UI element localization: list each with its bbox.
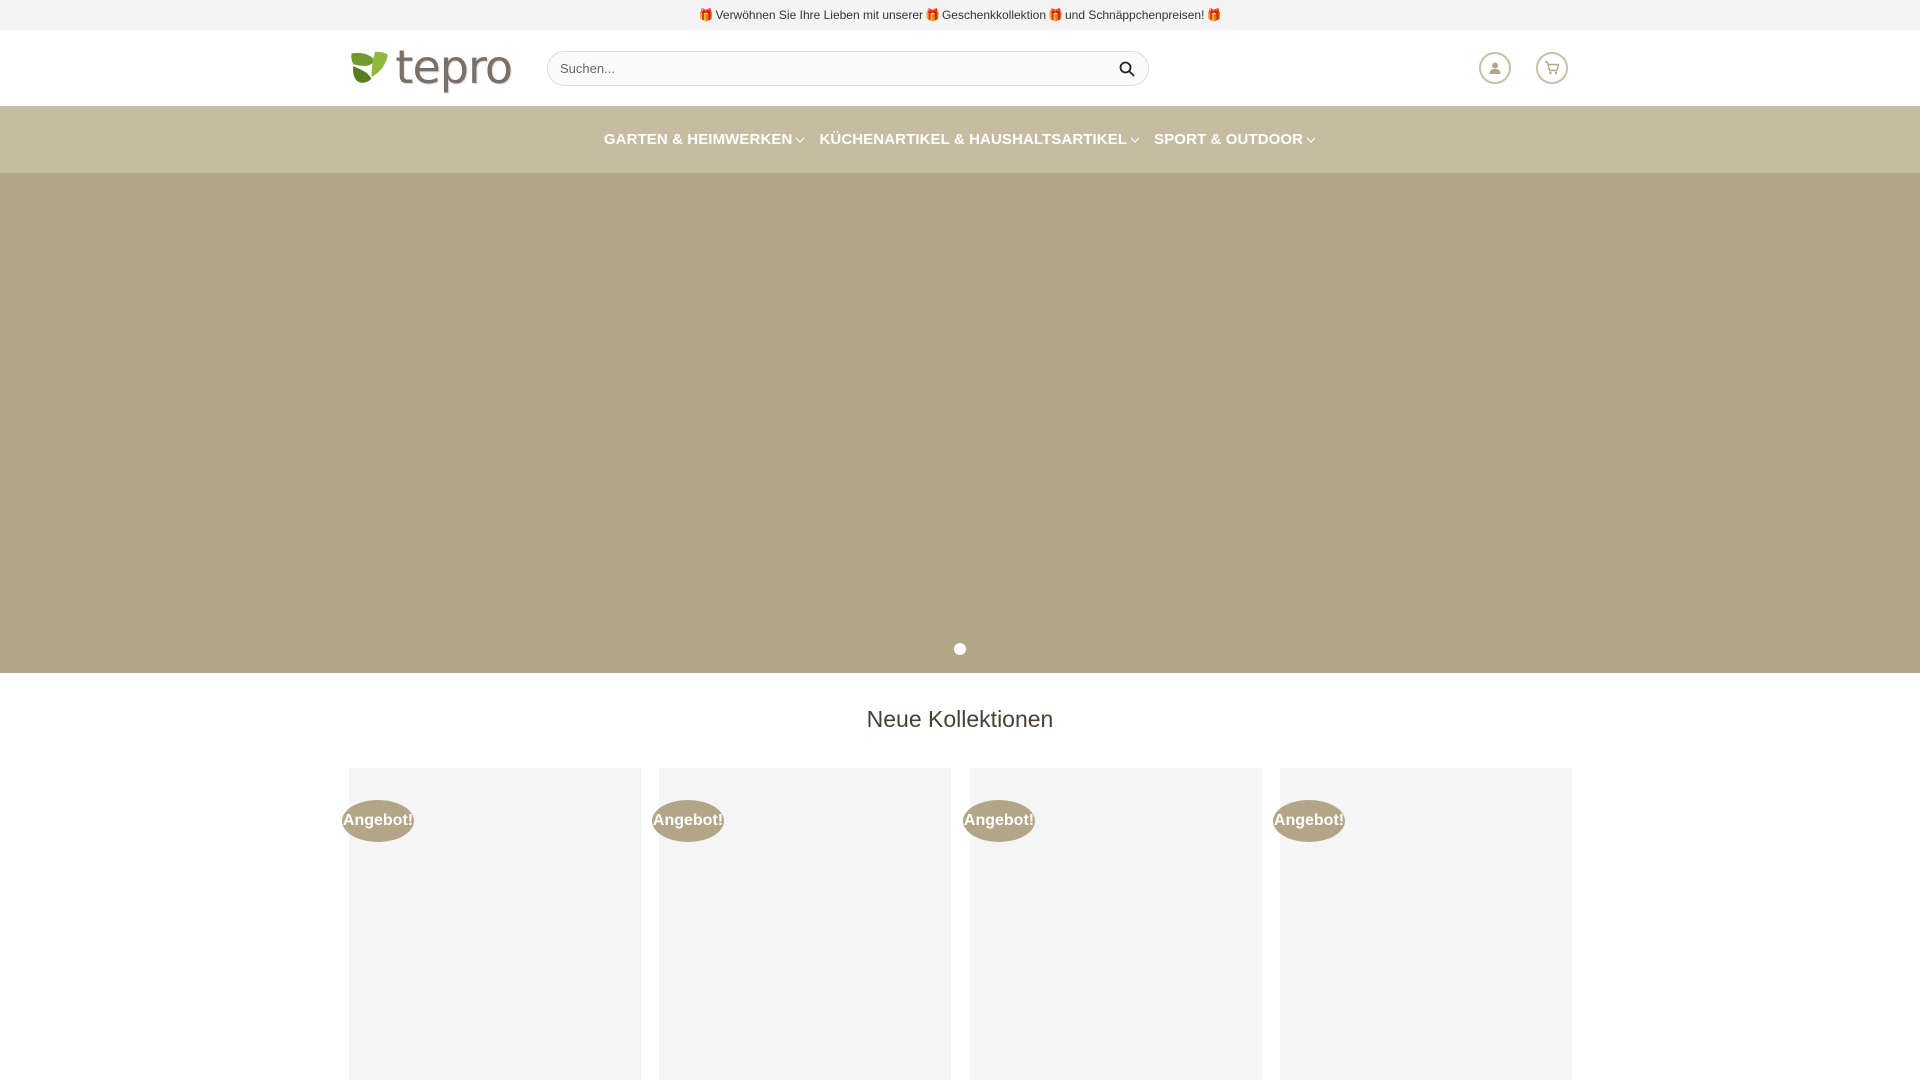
search-bar	[547, 51, 1149, 86]
slider-dot-active[interactable]	[954, 643, 966, 655]
chevron-down-icon	[1130, 136, 1140, 144]
main-navigation: GARTEN & HEIMWERKEN KÜCHENARTIKEL & HAUS…	[0, 106, 1920, 173]
product-card[interactable]: Angebot!	[1273, 768, 1572, 1080]
product-card[interactable]: Angebot!	[963, 768, 1262, 1080]
nav-item-sport-outdoor[interactable]: SPORT & OUTDOOR	[1154, 131, 1316, 148]
search-icon[interactable]	[1118, 60, 1136, 78]
logo-wordmark: tepro	[395, 40, 513, 94]
nav-item-label: SPORT & OUTDOOR	[1154, 131, 1304, 148]
user-icon	[1489, 62, 1501, 74]
product-card[interactable]: Angebot!	[652, 768, 951, 1080]
site-logo[interactable]: tepro	[348, 40, 513, 94]
announcement-link-gift-collection[interactable]: Geschenkkollektion	[942, 8, 1046, 22]
search-input[interactable]	[560, 61, 1118, 76]
cart-button[interactable]	[1536, 52, 1568, 84]
sale-badge: Angebot!	[963, 800, 1035, 842]
gift-icon: 🎁	[1048, 8, 1063, 22]
sale-badge: Angebot!	[1273, 800, 1345, 842]
nav-item-garten-heimwerken[interactable]: GARTEN & HEIMWERKEN	[604, 131, 806, 148]
nav-item-kuechenartikel[interactable]: KÜCHENARTIKEL & HAUSHALTSARTIKEL	[819, 131, 1140, 148]
sale-badge: Angebot!	[342, 800, 414, 842]
announcement-text-2: und Schnäppchenpreisen!	[1064, 8, 1205, 22]
cart-icon	[1545, 61, 1560, 75]
section-title: Neue Kollektionen	[866, 706, 1054, 732]
product-card[interactable]: Angebot!	[342, 768, 641, 1080]
announcement-text-1: Verwöhnen Sie Ihre Lieben mit unserer	[715, 8, 924, 22]
announcement-bar: 🎁 Verwöhnen Sie Ihre Lieben mit unserer …	[0, 0, 1920, 30]
site-header: tepro	[0, 30, 1920, 106]
leaf-logo-icon	[351, 51, 388, 83]
chevron-down-icon	[1306, 136, 1316, 144]
nav-item-label: GARTEN & HEIMWERKEN	[603, 131, 793, 148]
chevron-down-icon	[795, 136, 805, 144]
gift-icon: 🎁	[698, 8, 714, 22]
hero-slider[interactable]	[0, 173, 1920, 673]
nav-item-label: KÜCHENARTIKEL & HAUSHALTSARTIKEL	[819, 131, 1128, 148]
gift-icon: 🎁	[925, 8, 940, 22]
gift-icon: 🎁	[1206, 8, 1222, 22]
sale-badge: Angebot!	[652, 800, 724, 842]
account-button[interactable]	[1479, 52, 1511, 84]
